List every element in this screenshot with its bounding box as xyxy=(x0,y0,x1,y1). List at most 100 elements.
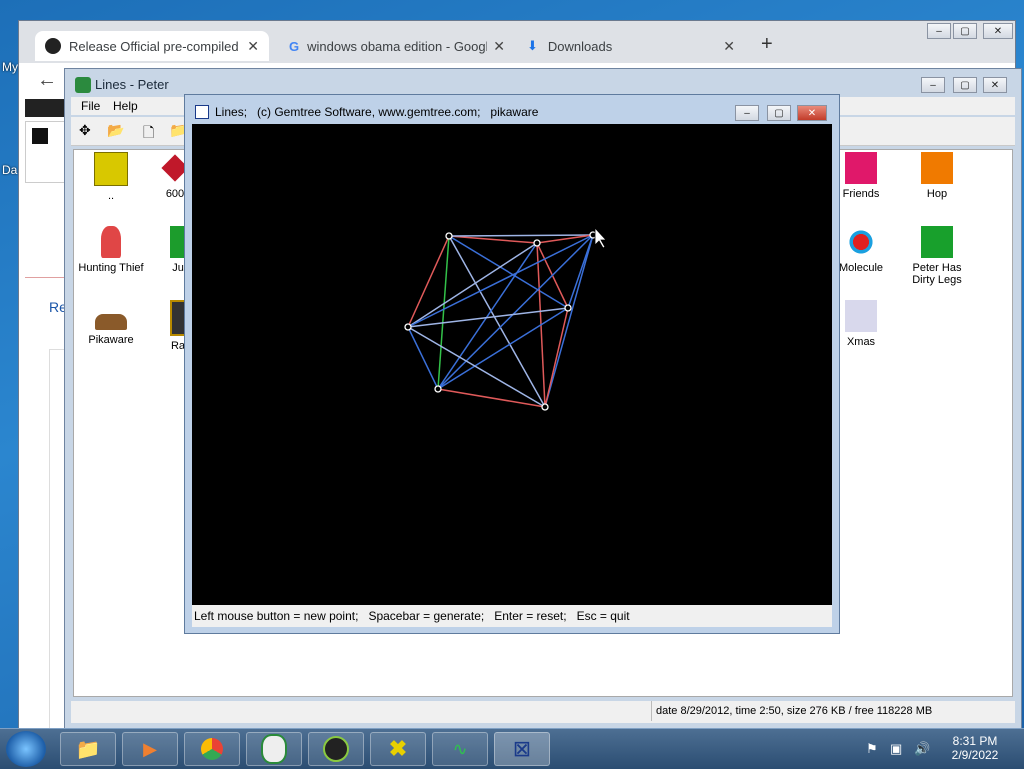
file-icon-pikaware[interactable]: Pikaware xyxy=(76,300,146,346)
clock[interactable]: 8:31 PM 2/9/2022 xyxy=(940,734,1010,762)
lines-icon: ⊠ xyxy=(512,736,532,761)
icon-label: .. xyxy=(107,190,115,202)
icon-label: Peter Has Dirty Legs xyxy=(912,262,962,286)
page-panel xyxy=(25,121,67,183)
menu-help[interactable]: Help xyxy=(113,99,138,113)
taskbar-explorer[interactable]: 📁 xyxy=(60,732,116,766)
taskbar-peter[interactable] xyxy=(246,732,302,766)
status-text: date 8/29/2012, time 2:50, size 276 KB /… xyxy=(651,701,1015,721)
file-icon-up[interactable]: .. xyxy=(76,152,146,202)
tab-label: windows obama edition - Google xyxy=(307,38,488,54)
window-title: Lines; (c) Gemtree Software, www.gemtree… xyxy=(215,105,539,119)
tab-downloads[interactable]: ⬇ Downloads ✕ xyxy=(517,31,745,61)
close-button[interactable]: ✕ xyxy=(797,105,827,121)
taskbar-alien[interactable] xyxy=(308,732,364,766)
tray-volume-icon[interactable]: 🔊 xyxy=(914,741,930,757)
graph-edge xyxy=(448,235,538,244)
minimize-button[interactable]: – xyxy=(921,77,945,93)
graph-point[interactable] xyxy=(564,304,572,312)
graph-edge xyxy=(407,234,594,328)
tab-google[interactable]: G windows obama edition - Google ✕ xyxy=(279,31,515,61)
file-icon-hop[interactable]: Hop xyxy=(902,152,972,200)
tray-flag-icon[interactable]: ⚑ xyxy=(866,741,878,757)
taskbar-chrome[interactable] xyxy=(184,732,240,766)
page-dark-bar xyxy=(25,99,65,117)
thief-icon xyxy=(101,226,121,258)
close-icon[interactable]: ✕ xyxy=(723,38,735,55)
graph-edge xyxy=(544,234,594,408)
taskbar-lines[interactable]: ⊠ xyxy=(494,732,550,766)
download-icon: ⬇ xyxy=(527,38,538,53)
flower-icon xyxy=(921,226,953,258)
tray-network-icon[interactable]: ▣ xyxy=(890,741,902,757)
molecule-icon xyxy=(845,226,877,258)
lines-window: Lines; (c) Gemtree Software, www.gemtree… xyxy=(184,94,840,634)
desktop-label-my[interactable]: My xyxy=(2,60,18,74)
graph-edge xyxy=(437,307,569,390)
icon-label: Hunting Thief xyxy=(78,262,144,274)
graph-point[interactable] xyxy=(404,323,412,331)
wave-icon: ∿ xyxy=(452,738,468,759)
snowman-icon xyxy=(845,300,877,332)
google-icon: G xyxy=(289,38,300,54)
graph-point[interactable] xyxy=(434,385,442,393)
pikaware-icon xyxy=(95,314,127,330)
file-icon-peter-has-dirty-legs[interactable]: Peter Has Dirty Legs xyxy=(902,226,972,286)
folder-icon: 📁 xyxy=(75,738,101,761)
app-thumb-icon xyxy=(32,128,48,144)
lines-drawing xyxy=(404,226,607,411)
new-file-icon[interactable]: 🗋 xyxy=(143,122,154,146)
lines-app-icon xyxy=(195,105,209,119)
clock-time: 8:31 PM xyxy=(952,734,998,748)
graph-edge xyxy=(448,234,594,237)
tab-label: Downloads xyxy=(547,38,613,54)
close-icon[interactable]: ✕ xyxy=(247,38,259,55)
minimize-button[interactable]: – xyxy=(735,105,759,121)
taskbar-media-player[interactable]: ▶ xyxy=(122,732,178,766)
cursor-icon xyxy=(594,226,607,249)
chrome-icon xyxy=(201,738,223,760)
graph-point[interactable] xyxy=(541,403,549,411)
taskbar-x-app[interactable]: ✖ xyxy=(370,732,426,766)
menu-file[interactable]: File xyxy=(81,99,100,113)
icon-label: Hop xyxy=(926,188,948,200)
clock-date: 2/9/2022 xyxy=(951,748,999,762)
maximize-button[interactable]: ▢ xyxy=(953,23,977,39)
drawing-canvas[interactable] xyxy=(192,124,832,605)
desktop-label-da[interactable]: Da xyxy=(2,163,17,177)
taskbar: 📁 ▶ ✖ ∿ ⊠ ⚑ ▣ 🔊 8:31 PM 2/9/2022 xyxy=(0,728,1024,769)
status-bar: date 8/29/2012, time 2:50, size 276 KB /… xyxy=(71,701,1015,723)
instructions-text: Left mouse button = new point; Spacebar … xyxy=(194,609,630,623)
taskbar-wave[interactable]: ∿ xyxy=(432,732,488,766)
close-icon[interactable]: ✕ xyxy=(493,38,505,55)
minimize-button[interactable]: – xyxy=(927,23,951,39)
close-button[interactable]: ✕ xyxy=(983,77,1007,93)
bunny-icon xyxy=(261,734,287,764)
graph-edge xyxy=(544,307,569,408)
alien-icon xyxy=(323,736,349,762)
window-title: Lines - Peter xyxy=(95,77,169,92)
hop-bunny-icon xyxy=(921,152,953,184)
back-arrow-icon[interactable]: ← xyxy=(37,69,57,92)
graph-edge xyxy=(448,235,546,408)
graph-point[interactable] xyxy=(445,232,453,240)
tree-icon[interactable]: ✥ xyxy=(79,122,91,139)
file-icon-hunting-thief[interactable]: Hunting Thief xyxy=(76,226,146,274)
new-tab-button[interactable]: + xyxy=(761,33,773,56)
close-button[interactable]: ✕ xyxy=(983,23,1013,39)
open-folder-icon[interactable]: 📂 xyxy=(107,122,124,139)
app-icon xyxy=(75,77,91,93)
start-button[interactable] xyxy=(6,731,46,767)
folder-up-icon xyxy=(94,152,128,186)
tab-label: Release Official pre-compiled ins xyxy=(69,38,242,54)
maximize-button[interactable]: ▢ xyxy=(767,105,791,121)
graph-point[interactable] xyxy=(533,239,541,247)
graph-edge xyxy=(437,235,450,390)
play-icon: ▶ xyxy=(143,738,157,759)
divider xyxy=(25,277,65,278)
friends-icon xyxy=(845,152,877,184)
maximize-button[interactable]: ▢ xyxy=(953,77,977,93)
tab-release[interactable]: Release Official pre-compiled ins ✕ xyxy=(35,31,269,61)
lines-status-bar: Left mouse button = new point; Spacebar … xyxy=(192,605,832,627)
x-icon: ✖ xyxy=(388,736,408,761)
